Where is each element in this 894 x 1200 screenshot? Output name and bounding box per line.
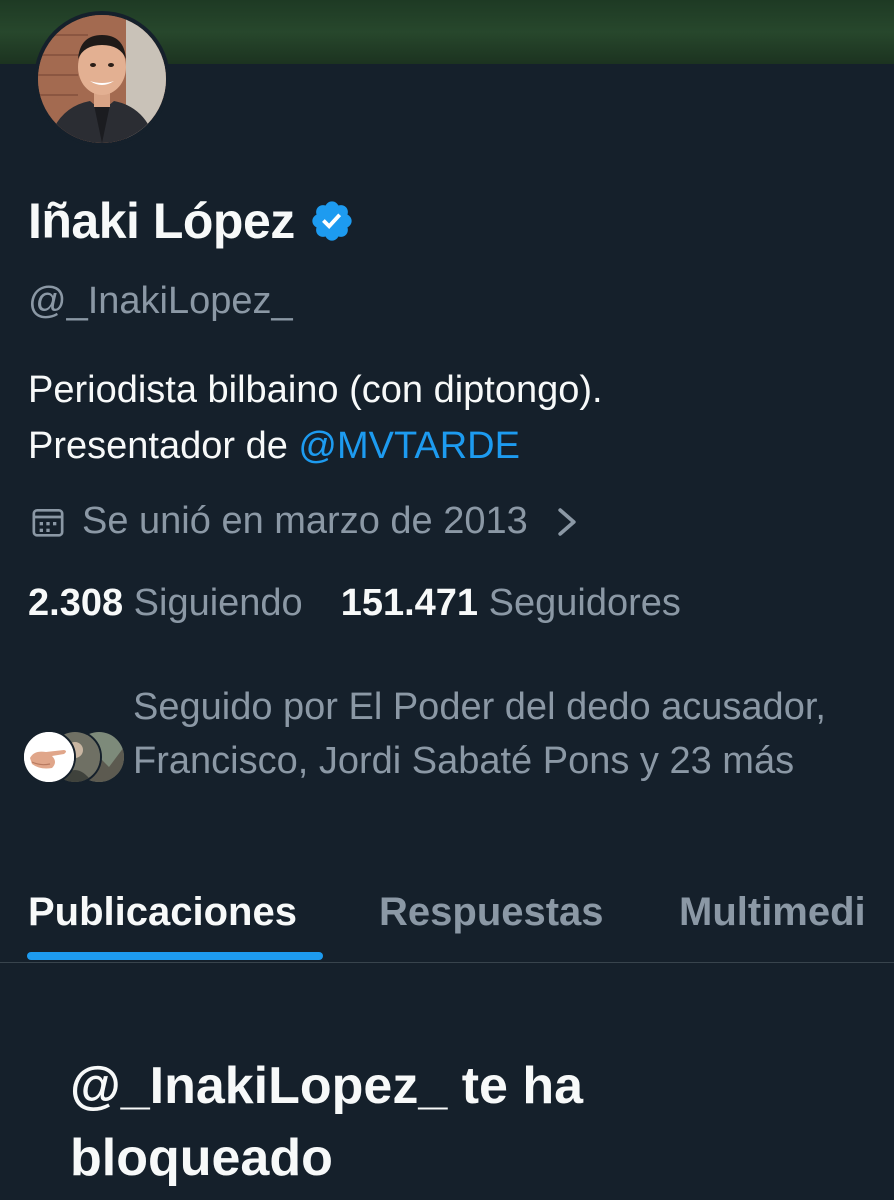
joined-date-row[interactable]: Se unió en marzo de 2013 xyxy=(28,500,582,543)
following-link[interactable]: 2.308 Siguiendo xyxy=(28,582,303,625)
tab-publicaciones[interactable]: Publicaciones xyxy=(28,890,297,935)
display-name-text: Iñaki López xyxy=(28,193,295,249)
tab-multimedia[interactable]: Multimedi xyxy=(679,890,866,935)
chevron-right-icon xyxy=(558,507,576,536)
follower-avatar-1 xyxy=(22,730,76,784)
profile-stats: 2.308 Siguiendo 151.471 Seguidores xyxy=(28,582,681,625)
followers-link[interactable]: 151.471 Seguidores xyxy=(341,582,681,625)
profile-handle: @_InakiLopez_ xyxy=(28,280,293,322)
profile-bio: Periodista bilbaino (con diptongo). Pres… xyxy=(28,362,603,474)
joined-date-text: Se unió en marzo de 2013 xyxy=(82,500,528,542)
calendar-icon xyxy=(32,508,64,537)
profile-avatar[interactable] xyxy=(34,11,170,147)
followers-count: 151.471 xyxy=(340,582,479,624)
following-label: Siguiendo xyxy=(133,582,303,624)
profile-tabs: Publicaciones Respuestas Multimedi xyxy=(0,862,894,963)
active-tab-indicator xyxy=(27,952,323,960)
profile-display-name: Iñaki López xyxy=(28,192,355,250)
followers-label: Seguidores xyxy=(488,582,681,624)
tab-respuestas[interactable]: Respuestas xyxy=(379,890,604,935)
verified-badge-icon[interactable] xyxy=(309,198,355,244)
followed-by-avatars[interactable] xyxy=(20,730,126,784)
following-count: 2.308 xyxy=(28,582,124,624)
bio-line-2: Presentador de @MVTARDE xyxy=(28,418,603,474)
bio-mention-link[interactable]: @MVTARDE xyxy=(298,425,520,467)
bio-line-1: Periodista bilbaino (con diptongo). xyxy=(28,369,603,411)
followed-by-text[interactable]: Seguido por El Poder del dedo acusador, … xyxy=(133,680,873,788)
bio-line-2-prefix: Presentador de xyxy=(28,425,299,467)
blocked-message: @_InakiLopez_ te ha bloqueado xyxy=(70,1057,584,1187)
